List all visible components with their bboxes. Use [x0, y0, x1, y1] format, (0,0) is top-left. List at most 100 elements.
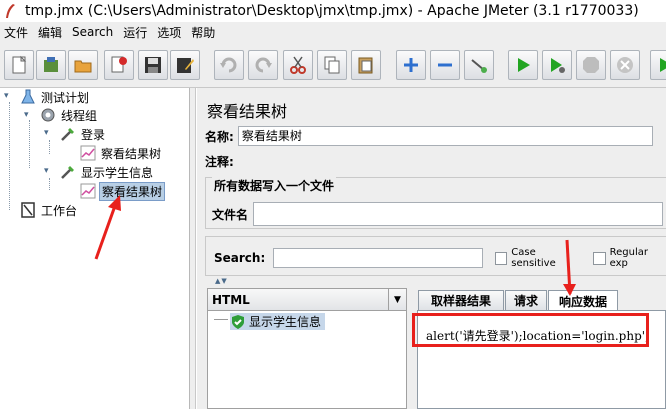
workbench-icon — [21, 202, 35, 218]
tree-toggle-icon[interactable]: ▾ — [24, 110, 29, 120]
tree-node-show-student[interactable]: 显示学生信息 — [60, 163, 155, 181]
case-sensitive-checkbox[interactable] — [494, 251, 508, 265]
toolbar — [0, 42, 666, 88]
copy-icon — [324, 56, 340, 74]
annotation-arrow-icon — [94, 195, 121, 260]
window-title: tmp.jmx (C:\Users\Administrator\Desktop\… — [25, 3, 639, 19]
panel-title: 察看结果树 — [207, 102, 288, 121]
comment-row: 注释: — [205, 151, 653, 171]
sampler-icon — [61, 166, 74, 179]
thread-group-icon — [41, 108, 55, 122]
title-bar: tmp.jmx (C:\Users\Administrator\Desktop\… — [0, 0, 666, 22]
name-field[interactable]: 察看结果树 — [237, 126, 653, 146]
sampler-icon — [61, 128, 74, 141]
save-button[interactable] — [138, 50, 168, 80]
result-tabs: 取样器结果 请求 响应数据 alert('请先登录');location='lo… — [412, 288, 666, 409]
tab-request[interactable]: 请求 — [505, 290, 547, 310]
tree-toggle-icon[interactable]: ▾ — [44, 166, 49, 176]
paste-icon — [358, 57, 373, 74]
search-group: Search: Case sensitive Regular exp — [205, 236, 666, 276]
stop-button[interactable] — [576, 50, 606, 80]
save-icon — [145, 57, 161, 73]
tab-sampler-result[interactable]: 取样器结果 — [418, 290, 504, 310]
start-button[interactable] — [508, 50, 538, 80]
menu-options[interactable]: 选项 — [152, 24, 186, 41]
tree-connector — [9, 102, 10, 210]
tree-toggle-icon[interactable]: ▾ — [4, 91, 9, 101]
tree-node-view-results-1[interactable]: 察看结果树 — [80, 144, 163, 162]
new-button[interactable] — [4, 50, 34, 80]
listener-icon — [80, 145, 96, 161]
filename-field[interactable] — [253, 202, 664, 226]
collapse-button[interactable] — [430, 50, 460, 80]
sample-results-list: HTML ▼ 显示学生信息 — [207, 288, 407, 409]
search-input[interactable] — [273, 248, 483, 268]
redo-button[interactable] — [248, 50, 278, 80]
menu-edit[interactable]: 编辑 — [33, 24, 67, 41]
menu-file[interactable]: 文件 — [0, 24, 33, 41]
tree-node-workbench[interactable]: 工作台 — [20, 201, 79, 219]
menu-run[interactable]: 运行 — [118, 24, 152, 41]
name-row: 名称: 察看结果树 — [205, 126, 653, 146]
copy-button[interactable] — [317, 50, 347, 80]
close-file-icon — [111, 56, 127, 73]
tree-toggle-icon[interactable]: ▾ — [44, 128, 49, 138]
result-item[interactable]: 显示学生信息 — [230, 313, 326, 330]
success-shield-icon — [232, 314, 244, 329]
new-icon — [12, 55, 27, 74]
name-label: 名称: — [205, 129, 234, 144]
remote-start-button[interactable] — [650, 50, 666, 80]
write-to-file-title: 所有数据写入一个文件 — [212, 177, 337, 194]
view-results-tree-panel: 察看结果树 名称: 察看结果树 注释: 所有数据写入一个文件 文件名 Searc… — [197, 88, 666, 409]
menu-help[interactable]: 帮助 — [186, 24, 220, 41]
open-button[interactable] — [68, 50, 98, 80]
split-arrows-icon[interactable]: ▲▼ — [215, 277, 228, 285]
regular-exp-checkbox[interactable] — [593, 251, 606, 265]
test-plan-tree[interactable]: ▾ ▾ ▾ ▾ 测试计划 线程组 登录 察看结果树 显示学生信息 察看结果树 工… — [0, 88, 190, 409]
templates-icon — [44, 57, 58, 72]
tree-connector — [49, 178, 50, 190]
undo-button[interactable] — [214, 50, 244, 80]
shutdown-button[interactable] — [610, 50, 640, 80]
annotation-arrow-icon — [563, 239, 576, 296]
tree-connector — [214, 319, 228, 320]
toggle-button[interactable] — [464, 50, 494, 80]
tree-connector — [29, 120, 30, 168]
start-icon — [518, 58, 530, 72]
cut-button[interactable] — [283, 50, 313, 80]
renderer-select[interactable]: HTML ▼ — [208, 289, 406, 311]
comment-field[interactable] — [237, 151, 653, 171]
stop-icon — [583, 57, 599, 73]
redo-icon — [255, 57, 272, 73]
test-plan-icon — [21, 89, 35, 104]
jmeter-feather-icon — [6, 4, 15, 18]
shutdown-icon — [617, 57, 633, 73]
renderer-select-value: HTML — [212, 292, 250, 307]
expand-icon — [404, 58, 418, 72]
annotation-highlight-box — [412, 313, 649, 347]
search-label: Search: — [214, 251, 266, 265]
remote-start-icon — [660, 58, 666, 72]
result-item-label: 显示学生信息 — [249, 315, 322, 329]
write-to-file-group: 所有数据写入一个文件 文件名 — [205, 177, 666, 229]
toggle-icon — [471, 59, 487, 73]
collapse-icon — [438, 63, 452, 67]
menu-bar: 文件 编辑 Search 运行 选项 帮助 — [0, 22, 666, 42]
chevron-down-icon[interactable]: ▼ — [388, 289, 406, 310]
expand-button[interactable] — [396, 50, 426, 80]
close-button[interactable] — [104, 50, 134, 80]
start-no-pause-button[interactable] — [542, 50, 572, 80]
tree-node-login[interactable]: 登录 — [60, 125, 107, 143]
menu-search[interactable]: Search — [67, 25, 118, 39]
undo-icon — [220, 57, 237, 73]
paste-button[interactable] — [351, 50, 381, 80]
open-icon — [74, 60, 92, 73]
save-as-button[interactable] — [170, 50, 200, 80]
tree-node-test-plan[interactable]: 测试计划 — [20, 88, 91, 106]
panel-splitter[interactable] — [190, 88, 196, 409]
save-as-icon — [177, 58, 194, 73]
cut-icon — [290, 56, 306, 74]
comment-label: 注释: — [205, 154, 234, 169]
templates-button[interactable] — [36, 50, 66, 80]
tree-node-thread-group[interactable]: 线程组 — [40, 106, 99, 124]
